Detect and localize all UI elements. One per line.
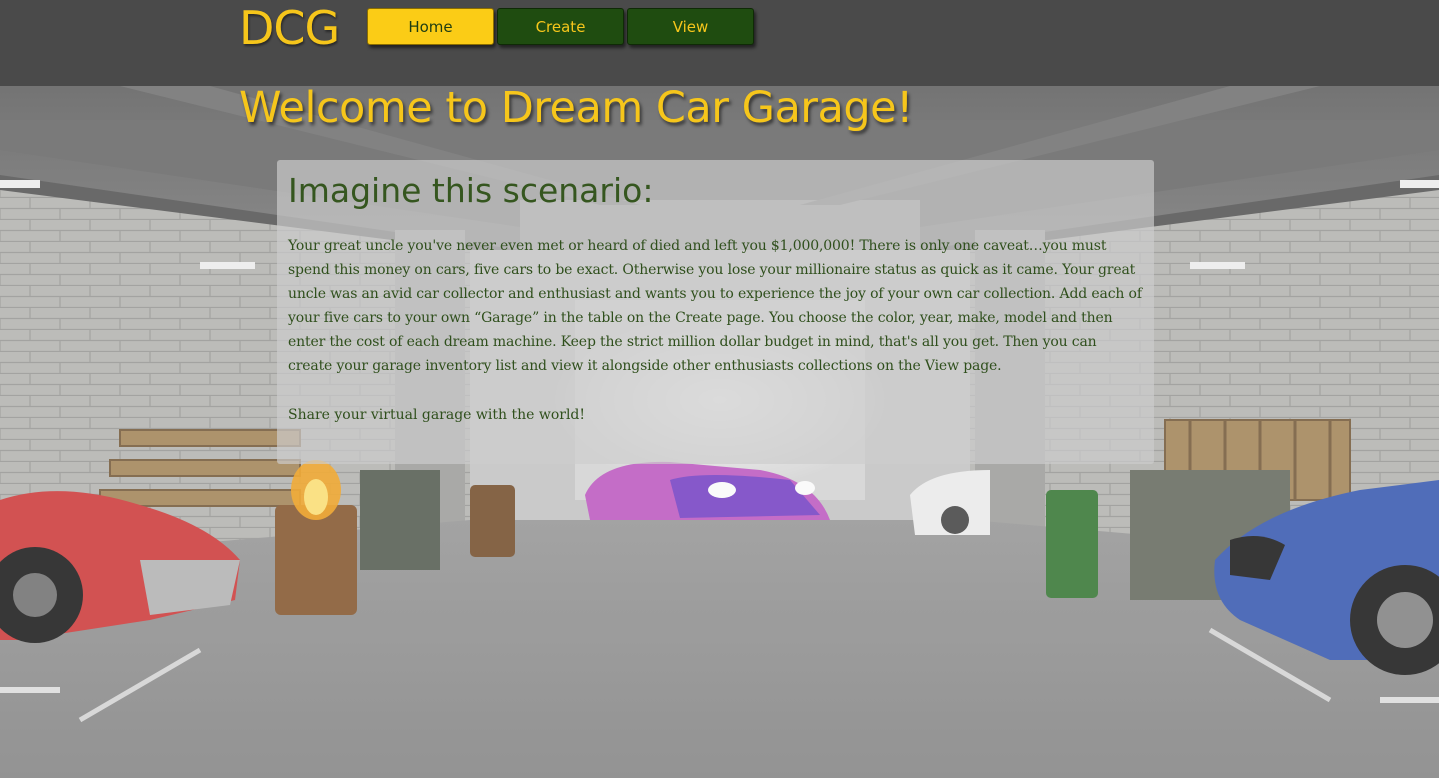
nav-view-button[interactable]: View xyxy=(627,8,754,45)
nav-home-button[interactable]: Home xyxy=(367,8,494,45)
page-title: Welcome to Dream Car Garage! xyxy=(239,83,913,133)
site-logo[interactable]: DCG xyxy=(239,2,340,54)
scenario-panel: Imagine this scenario: Your great uncle … xyxy=(277,160,1154,464)
nav-create-button[interactable]: Create xyxy=(497,8,624,45)
top-navigation-bar: DCG Home Create View xyxy=(0,0,1439,86)
scenario-heading: Imagine this scenario: xyxy=(288,171,654,210)
scenario-description: Your great uncle you've never even met o… xyxy=(288,238,1142,374)
main-nav: Home Create View xyxy=(367,8,754,45)
share-message: Share your virtual garage with the world… xyxy=(288,407,586,423)
